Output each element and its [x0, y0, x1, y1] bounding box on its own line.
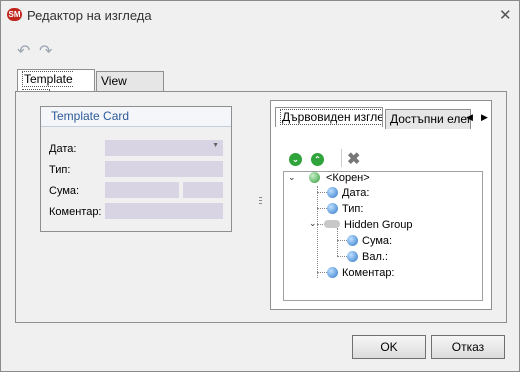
- tree-node-hidden-group[interactable]: Hidden Group: [344, 219, 413, 231]
- item-icon: [347, 235, 358, 246]
- comment-field[interactable]: [105, 203, 223, 219]
- card-title: Template Card: [41, 107, 231, 127]
- toolbar-separator: [341, 149, 342, 167]
- tab-page: Template Card Дата: ▼ Тип: Сума: Комента…: [15, 91, 507, 323]
- tree-node-comment[interactable]: Коментар:: [342, 267, 395, 279]
- window-title: Редактор на изгледа: [27, 8, 152, 23]
- delete-icon[interactable]: ✖: [347, 149, 360, 169]
- hidden-group-icon: [324, 220, 340, 228]
- tree-collapse-icon[interactable]: ⌄: [309, 218, 317, 229]
- item-icon: [327, 203, 338, 214]
- tab-template-card[interactable]: Template Card: [17, 69, 95, 105]
- template-card: Template Card Дата: ▼ Тип: Сума: Комента…: [40, 106, 232, 232]
- tree-node-date[interactable]: Дата:: [342, 187, 369, 199]
- currency-field[interactable]: [183, 182, 223, 198]
- item-icon: [327, 267, 338, 278]
- app-logo-icon: SM: [7, 8, 22, 21]
- date-field[interactable]: ▼: [105, 140, 223, 156]
- amount-field[interactable]: [105, 182, 179, 198]
- tab-tree-view[interactable]: Дървовиден изглед: [275, 107, 383, 127]
- redo-icon[interactable]: ↷: [39, 41, 52, 61]
- field-label-comment: Коментар:: [49, 206, 102, 218]
- tree-node-amount[interactable]: Сума:: [362, 235, 392, 247]
- item-icon: [327, 187, 338, 198]
- root-group-icon: [309, 172, 320, 183]
- collapse-all-icon[interactable]: ⌃: [311, 153, 324, 166]
- tab-view-layout[interactable]: View Layout: [96, 71, 164, 106]
- layout-tree: ⌄ <Корен> Дата: Тип: ⌄ Hidden Group Сума…: [283, 171, 483, 301]
- scroll-left-icon[interactable]: ◀: [466, 112, 473, 123]
- title-bar: SM Редактор на изгледа ✕: [1, 1, 519, 29]
- field-label-amount: Сума:: [49, 185, 80, 197]
- tree-collapse-icon[interactable]: ⌄: [288, 172, 296, 183]
- layout-panel: Дървовиден изглед Достъпни елементи ◀ ▶ …: [270, 100, 492, 310]
- field-label-type: Тип:: [49, 164, 71, 176]
- item-icon: [347, 251, 358, 262]
- undo-icon[interactable]: ↶: [17, 41, 30, 61]
- close-button[interactable]: ✕: [499, 6, 512, 24]
- type-field[interactable]: [105, 161, 223, 177]
- tab-available-items[interactable]: Достъпни елементи: [385, 109, 471, 129]
- tree-node-currency[interactable]: Вал.:: [362, 251, 388, 263]
- scroll-right-icon[interactable]: ▶: [481, 112, 488, 123]
- tree-node-root[interactable]: <Корен>: [326, 172, 370, 184]
- field-label-date: Дата:: [49, 143, 77, 155]
- ok-button[interactable]: OK: [352, 335, 426, 359]
- splitter-handle[interactable]: [259, 197, 263, 209]
- tree-node-type[interactable]: Тип:: [342, 203, 363, 215]
- expand-all-icon[interactable]: ⌄: [289, 153, 302, 166]
- chevron-down-icon[interactable]: ▼: [212, 142, 219, 149]
- cancel-button[interactable]: Отказ: [431, 335, 505, 359]
- dialog-window: SM Редактор на изгледа ✕ ↶ ↷ Template Ca…: [0, 0, 520, 372]
